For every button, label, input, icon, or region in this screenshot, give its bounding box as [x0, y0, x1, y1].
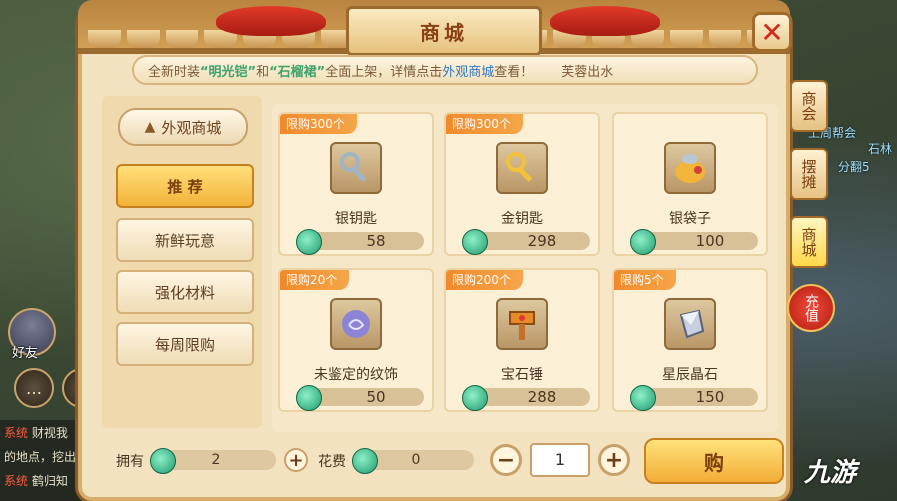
item-price: 150 [695, 388, 725, 406]
notice-highlight: “石榴裙” [269, 64, 326, 80]
shop-item-card[interactable]: 限购5个 星辰晶石 150 [612, 268, 768, 412]
tab-enhance-materials[interactable]: 强化材料 [116, 270, 254, 314]
add-currency-button[interactable]: + [284, 448, 308, 472]
tab-novelties[interactable]: 新鲜玩意 [116, 218, 254, 262]
title-plate: 商城 [346, 6, 542, 56]
gold-key-icon [496, 142, 548, 194]
hat-icon: ▲ [144, 119, 156, 135]
item-name: 金钥匙 [501, 211, 543, 227]
jade-coin-icon [630, 385, 656, 411]
cost-label: 花费 [318, 454, 346, 470]
jade-coin-icon [462, 229, 488, 255]
jade-coin-icon [296, 229, 322, 255]
cost-value: 0 [411, 452, 421, 468]
price-bar: 298 [462, 229, 590, 255]
recharge-button[interactable]: 充值 [787, 284, 835, 332]
site-watermark: 九游 [804, 458, 857, 488]
chat-icon[interactable]: … [14, 368, 54, 408]
world-player-name: 石林 [868, 142, 893, 156]
ribbon-decoration [216, 6, 326, 36]
chat-line: 的地点，挖出 [4, 450, 77, 464]
gem-hammer-icon [496, 298, 548, 350]
tab-shop[interactable]: 商城 [790, 216, 828, 268]
item-name: 星辰晶石 [662, 367, 718, 383]
tab-stall[interactable]: 摆摊 [790, 148, 828, 200]
own-balance: 2 [150, 448, 276, 474]
ribbon-decoration [550, 6, 660, 36]
item-name: 银袋子 [669, 211, 711, 227]
page-title: 商城 [420, 20, 468, 45]
item-name: 银钥匙 [335, 211, 377, 227]
buy-button[interactable]: 购 [644, 438, 784, 484]
chat-line: 系统 财视我 [4, 426, 68, 440]
price-bar: 100 [630, 229, 758, 255]
notice-text: 全新时装 [148, 64, 201, 80]
item-price: 50 [366, 388, 386, 406]
purchase-limit-badge: 限购5个 [614, 270, 676, 290]
item-price: 58 [366, 232, 386, 250]
own-value: 2 [211, 452, 221, 468]
announcement-banner: 全新时装 “明光铠” 和 “石榴裙” 全面上架，详情点击 外观商城 查看！ 芙蓉… [132, 55, 758, 85]
appearance-shop-label: 外观商城 [161, 118, 222, 137]
price-bar: 150 [630, 385, 758, 411]
tab-weekly-limit[interactable]: 每周限购 [116, 322, 254, 366]
own-label: 拥有 [116, 454, 144, 470]
item-name: 宝石锤 [501, 367, 543, 383]
crystal-icon [664, 298, 716, 350]
tab-recommend[interactable]: 推 荐 [116, 164, 254, 208]
notice-text: 全面上架，详情点击 [325, 64, 443, 80]
item-price: 100 [695, 232, 725, 250]
jade-coin-icon [296, 385, 322, 411]
purchase-limit-badge: 限购300个 [280, 114, 357, 134]
silver-bag-icon [664, 142, 716, 194]
tab-merchant-guild[interactable]: 商会 [790, 80, 828, 132]
notice-text: 和 [256, 64, 270, 80]
purchase-limit-badge: 限购200个 [446, 270, 523, 290]
item-name: 未鉴定的纹饰 [314, 367, 398, 383]
notice-source: 芙蓉出水 [561, 64, 614, 80]
shop-item-card[interactable]: 限购20个 未鉴定的纹饰 50 [278, 268, 434, 412]
price-bar: 50 [296, 385, 424, 411]
ornament-icon [330, 298, 382, 350]
shop-item-card[interactable]: 限购200个 宝石锤 288 [444, 268, 600, 412]
purchase-limit-badge: 限购20个 [280, 270, 350, 290]
jade-coin-icon [462, 385, 488, 411]
price-bar: 58 [296, 229, 424, 255]
shop-item-card[interactable]: 银袋子 100 [612, 112, 768, 256]
decrease-quantity-button[interactable]: − [490, 444, 522, 476]
silver-key-icon [330, 142, 382, 194]
notice-text: 查看！ [494, 64, 534, 80]
increase-quantity-button[interactable]: + [598, 444, 630, 476]
appearance-shop-button[interactable]: ▲ 外观商城 [118, 108, 248, 146]
quantity-input[interactable]: 1 [530, 443, 590, 477]
item-price: 288 [527, 388, 557, 406]
item-price: 298 [527, 232, 557, 250]
world-player-name: 分翻5 [838, 160, 870, 174]
appearance-shop-link[interactable]: 外观商城 [442, 61, 494, 80]
chat-line: 系统 鹤归知 [4, 474, 68, 488]
friend-label: 好友 [12, 346, 39, 361]
shop-item-card[interactable]: 限购300个 金钥匙 298 [444, 112, 600, 256]
cost-total: 0 [352, 448, 474, 474]
purchase-limit-badge: 限购300个 [446, 114, 523, 134]
close-button[interactable]: ✕ [752, 12, 792, 52]
shop-item-card[interactable]: 限购300个 银钥匙 58 [278, 112, 434, 256]
price-bar: 288 [462, 385, 590, 411]
jade-coin-icon [630, 229, 656, 255]
notice-highlight: “明光铠” [200, 64, 257, 80]
